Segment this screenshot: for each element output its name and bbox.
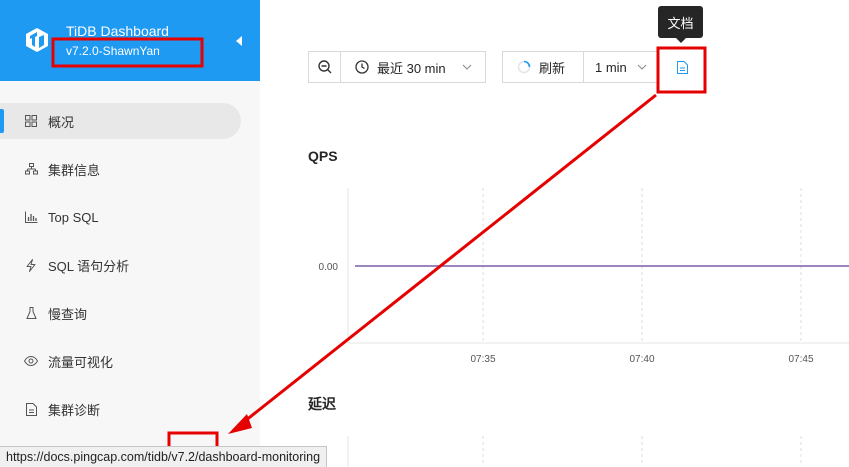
sidebar-item-key-visualizer[interactable]: 流量可视化 [0,343,260,379]
tidb-logo-icon [26,28,48,52]
refresh-label: 刷新 [539,60,566,76]
grid-icon [24,114,38,128]
sidebar-item-top-sql[interactable]: Top SQL [0,199,260,235]
collapse-sidebar-icon[interactable] [236,36,242,46]
brand-header: TiDB Dashboard v7.2.0-ShawnYan [0,0,260,81]
zoom-out-button[interactable] [308,51,341,83]
sidebar: TiDB Dashboard v7.2.0-ShawnYan 概况 集群信息 T… [0,0,260,466]
y-tick-label: 0.00 [319,262,339,273]
chevron-down-icon [637,64,647,70]
time-range-value: 最近 30 min [377,60,446,76]
document-icon [24,402,38,416]
sidebar-item-overview[interactable]: 概况 [0,103,241,139]
eye-icon [24,354,38,368]
lightning-icon [24,258,38,272]
docs-button[interactable] [666,51,698,83]
sidebar-item-slow-query[interactable]: 慢查询 [0,295,260,331]
refresh-interval-value: 1 min [595,59,627,75]
refresh-button[interactable]: 刷新 [502,51,584,83]
chevron-down-icon [462,64,471,70]
clock-icon [355,60,369,74]
flask-icon [24,306,38,320]
time-range-select[interactable]: 最近 30 min [340,51,486,83]
sidebar-item-label: 概况 [48,114,75,130]
sidebar-item-label: 集群诊断 [48,402,101,418]
sidebar-item-label: 慢查询 [48,306,88,322]
sidebar-item-diagnose[interactable]: 集群诊断 [0,391,260,427]
loading-spinner-icon [517,60,531,74]
zoom-out-icon [317,60,331,74]
sidebar-item-label: SQL 语句分析 [48,258,130,274]
x-tick-label: 07:35 [470,354,495,365]
refresh-interval-select[interactable]: 1 min [583,51,659,83]
sidebar-item-label: Top SQL [48,209,99,225]
document-icon [676,60,688,74]
cluster-icon [24,162,38,176]
sidebar-item-label: 流量可视化 [48,354,114,370]
sidebar-item-cluster-info[interactable]: 集群信息 [0,151,260,187]
sidebar-item-sql-statements[interactable]: SQL 语句分析 [0,247,260,283]
chart-title-latency: 延迟 [308,396,336,412]
x-tick-label: 07:45 [788,354,813,365]
status-bar-url: https://docs.pingcap.com/tidb/v7.2/dashb… [0,446,328,467]
sidebar-nav: 概况 集群信息 Top SQL SQL 语句分析 慢查询 流量可视化 集群诊断 [0,103,260,439]
bar-chart-icon [24,210,38,224]
brand-version: v7.2.0-ShawnYan [66,44,160,58]
chart-title-qps: QPS [308,148,338,164]
brand-title: TiDB Dashboard [66,23,169,39]
x-tick-label: 07:40 [629,354,654,365]
docs-tooltip: 文档 [658,6,703,43]
annotation-arrow-line [239,93,657,427]
sidebar-item-label: 集群信息 [48,162,101,178]
